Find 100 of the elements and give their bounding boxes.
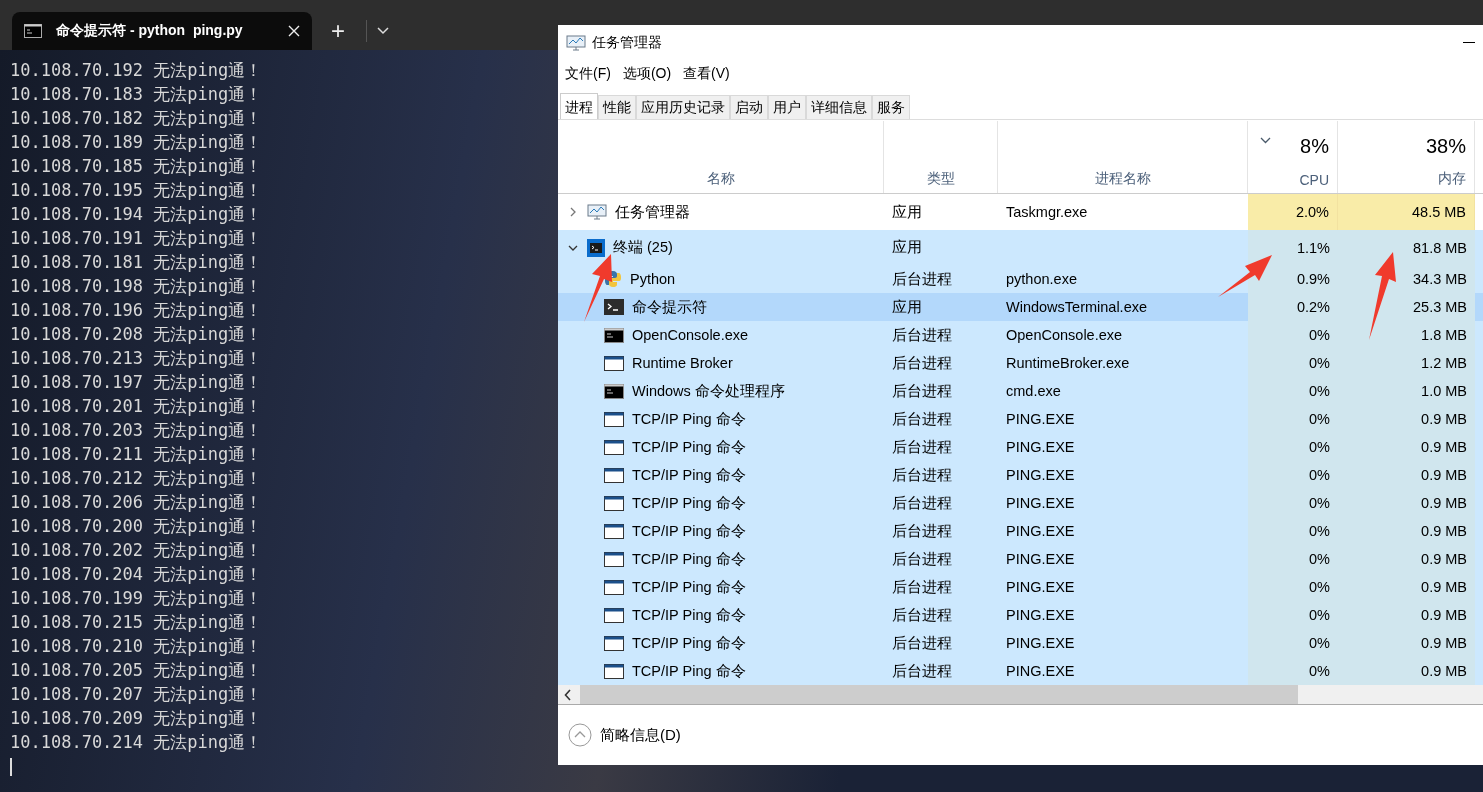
process-row[interactable]: 终端 (25) 应用 1.1% 81.8 MB	[558, 230, 1483, 265]
window-title: 任务管理器	[592, 34, 662, 52]
process-row[interactable]: TCP/IP Ping 命令 后台进程 PING.EXE 0% 0.9 MB	[558, 461, 1483, 489]
annotation-arrow	[1218, 255, 1272, 297]
tab[interactable]: 服务	[872, 95, 910, 119]
fewer-details-link[interactable]: 简略信息(D)	[600, 725, 681, 745]
cpu-usage: 0%	[1309, 383, 1330, 399]
tab[interactable]: 用户	[768, 95, 806, 119]
process-type: 后台进程	[892, 493, 952, 513]
process-row[interactable]: Runtime Broker 后台进程 RuntimeBroker.exe 0% 1.2 MB	[558, 349, 1483, 377]
close-icon[interactable]	[288, 25, 300, 37]
process-row[interactable]: OpenConsole.exe 后台进程 OpenConsole.exe 0% 1.8 MB	[558, 321, 1483, 349]
memory-usage: 0.9 MB	[1421, 523, 1467, 539]
menu-item[interactable]: 文件(F)	[565, 65, 611, 83]
process-row[interactable]: TCP/IP Ping 命令 后台进程 PING.EXE 0% 0.9 MB	[558, 545, 1483, 573]
column-header[interactable]: CPU	[1299, 172, 1329, 188]
terminal-icon	[604, 299, 624, 315]
executable-name: PING.EXE	[1006, 523, 1075, 539]
output-line: 10.108.70.215 无法ping通！	[10, 611, 263, 634]
process-type: 后台进程	[892, 269, 952, 289]
window-icon	[604, 411, 624, 427]
process-name: TCP/IP Ping 命令	[632, 437, 746, 457]
cpu-usage: 0%	[1309, 551, 1330, 567]
executable-name: PING.EXE	[1006, 635, 1075, 651]
process-row[interactable]: Python 后台进程 python.exe 0.9% 34.3 MB	[558, 265, 1483, 293]
column-header[interactable]: 类型	[926, 170, 955, 188]
window-icon	[604, 495, 624, 511]
terminal-tab[interactable]: 命令提示符 - python ping.py	[12, 12, 312, 50]
output-line: 10.108.70.213 无法ping通！	[10, 347, 263, 370]
window-icon	[604, 523, 624, 539]
cpu-total: 8%	[1300, 135, 1329, 158]
horizontal-scrollbar[interactable]	[558, 685, 1483, 705]
memory-usage: 0.9 MB	[1421, 635, 1467, 651]
output-line: 10.108.70.206 无法ping通！	[10, 491, 263, 514]
tab[interactable]: 性能	[598, 95, 636, 119]
tab[interactable]: 应用历史记录	[636, 95, 730, 119]
process-row[interactable]: Windows 命令处理程序 后台进程 cmd.exe 0% 1.0 MB	[558, 377, 1483, 405]
cpu-usage: 0%	[1309, 663, 1330, 679]
process-type: 后台进程	[892, 437, 952, 457]
window-icon	[604, 439, 624, 455]
executable-name: RuntimeBroker.exe	[1006, 355, 1130, 371]
output-line: 10.108.70.210 无法ping通！	[10, 635, 263, 658]
process-row[interactable]: TCP/IP Ping 命令 后台进程 PING.EXE 0% 0.9 MB	[558, 489, 1483, 517]
process-type: 后台进程	[892, 549, 952, 569]
window-icon	[604, 551, 624, 567]
process-row[interactable]: TCP/IP Ping 命令 后台进程 PING.EXE 0% 0.9 MB	[558, 433, 1483, 461]
cpu-usage: 1.1%	[1296, 239, 1330, 256]
process-row[interactable]: TCP/IP Ping 命令 后台进程 PING.EXE 0% 0.9 MB	[558, 517, 1483, 545]
cpu-usage: 2.0%	[1295, 204, 1329, 220]
output-line: 10.108.70.198 无法ping通！	[10, 275, 263, 298]
output-line: 10.108.70.205 无法ping通！	[10, 659, 263, 682]
menu-item[interactable]: 选项(O)	[622, 65, 672, 83]
executable-name: cmd.exe	[1006, 383, 1061, 399]
process-type: 后台进程	[892, 325, 952, 345]
column-header[interactable]: 进程名称	[1094, 170, 1151, 188]
output-line: 10.108.70.197 无法ping通！	[10, 371, 263, 394]
chevron-down-icon[interactable]	[377, 27, 389, 35]
executable-name: OpenConsole.exe	[1006, 327, 1123, 343]
executable-name: PING.EXE	[1006, 579, 1075, 595]
output-line: 10.108.70.199 无法ping通！	[10, 587, 263, 610]
tab[interactable]: 进程	[560, 93, 598, 119]
process-name: TCP/IP Ping 命令	[632, 465, 746, 485]
tab[interactable]: 详细信息	[806, 95, 872, 119]
menu-item[interactable]: 查看(V)	[683, 65, 730, 83]
process-name: TCP/IP Ping 命令	[632, 549, 746, 569]
new-tab-button[interactable]: +	[320, 12, 356, 50]
process-name: TCP/IP Ping 命令	[632, 409, 746, 429]
chevron-up-circle-icon[interactable]	[568, 723, 592, 747]
process-row[interactable]: TCP/IP Ping 命令 后台进程 PING.EXE 0% 0.9 MB	[558, 405, 1483, 433]
monitor-icon	[566, 35, 586, 51]
memory-usage: 0.9 MB	[1421, 495, 1467, 511]
output-line: 10.108.70.212 无法ping通！	[10, 467, 263, 490]
column-header[interactable]: 内存	[1438, 170, 1466, 188]
memory-usage: 34.3 MB	[1413, 271, 1467, 287]
process-row[interactable]: TCP/IP Ping 命令 后台进程 PING.EXE 0% 0.9 MB	[558, 573, 1483, 601]
cpu-usage: 0%	[1309, 495, 1330, 511]
cpu-usage: 0%	[1309, 411, 1330, 427]
column-header[interactable]: 名称	[706, 170, 735, 188]
process-name: Python	[630, 271, 676, 287]
chevron-right-icon[interactable]	[568, 207, 578, 217]
process-type: 后台进程	[892, 605, 952, 625]
process-row[interactable]: TCP/IP Ping 命令 后台进程 PING.EXE 0% 0.9 MB	[558, 657, 1483, 685]
process-row[interactable]: 命令提示符 应用 WindowsTerminal.exe 0.2% 25.3 MB	[558, 293, 1483, 321]
memory-usage: 25.3 MB	[1413, 299, 1467, 315]
annotation-arrow	[584, 254, 612, 322]
process-row[interactable]: 任务管理器 应用 Taskmgr.exe 2.0% 48.5 MB	[558, 194, 1483, 230]
chevron-left-icon[interactable]	[564, 688, 572, 701]
output-line: 10.108.70.185 无法ping通！	[10, 155, 263, 178]
tab[interactable]: 启动	[730, 95, 768, 119]
scrollbar-thumb[interactable]	[580, 685, 1298, 704]
executable-name: PING.EXE	[1006, 663, 1075, 679]
process-row[interactable]: TCP/IP Ping 命令 后台进程 PING.EXE 0% 0.9 MB	[558, 601, 1483, 629]
window-icon	[604, 467, 624, 483]
minimize-icon[interactable]	[1463, 42, 1475, 44]
memory-usage: 0.9 MB	[1421, 607, 1467, 623]
process-type: 后台进程	[892, 409, 952, 429]
process-name: TCP/IP Ping 命令	[632, 605, 746, 625]
console-icon	[604, 327, 624, 343]
process-row[interactable]: TCP/IP Ping 命令 后台进程 PING.EXE 0% 0.9 MB	[558, 629, 1483, 657]
memory-usage: 81.8 MB	[1413, 239, 1467, 256]
